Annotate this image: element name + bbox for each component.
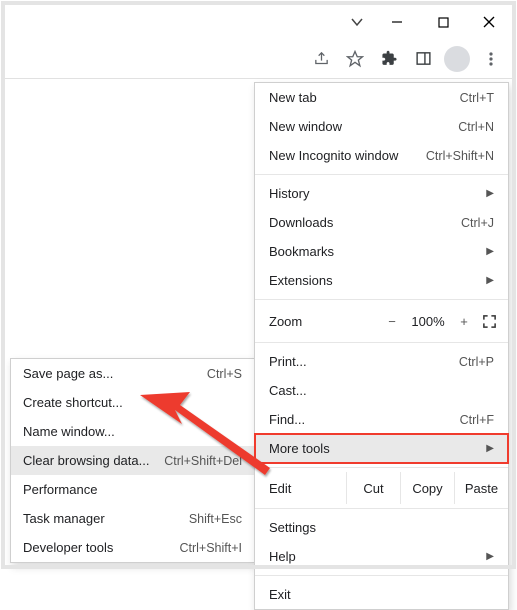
chevron-right-icon: ▶ — [486, 443, 494, 454]
bookmark-star-icon[interactable] — [340, 44, 370, 74]
zoom-in-button[interactable]: + — [450, 314, 478, 329]
sidepanel-icon[interactable] — [408, 44, 438, 74]
edit-copy-button[interactable]: Copy — [400, 472, 454, 504]
menu-label: New tab — [269, 90, 460, 105]
menu-edit-row: Edit Cut Copy Paste — [255, 472, 508, 504]
menu-cast[interactable]: Cast... — [255, 376, 508, 405]
menu-history[interactable]: History▶ — [255, 179, 508, 208]
menu-zoom-row: Zoom − 100% + — [255, 304, 508, 338]
menu-new-tab[interactable]: New tabCtrl+T — [255, 83, 508, 112]
submenu-task-manager[interactable]: Task managerShift+Esc — [11, 504, 254, 533]
menu-shortcut: Ctrl+F — [460, 413, 494, 427]
menu-kebab-icon[interactable] — [476, 44, 506, 74]
menu-label: Create shortcut... — [23, 395, 242, 410]
menu-label: Developer tools — [23, 540, 179, 555]
more-tools-submenu: Save page as...Ctrl+S Create shortcut...… — [10, 358, 255, 563]
menu-label: Cast... — [269, 383, 494, 398]
tab-dropdown-icon[interactable] — [340, 5, 374, 39]
chevron-right-icon: ▶ — [486, 551, 494, 562]
menu-shortcut: Ctrl+S — [207, 367, 242, 381]
menu-settings[interactable]: Settings — [255, 513, 508, 542]
menu-bookmarks[interactable]: Bookmarks▶ — [255, 237, 508, 266]
menu-label: New Incognito window — [269, 148, 426, 163]
edit-paste-button[interactable]: Paste — [454, 472, 508, 504]
menu-label: Save page as... — [23, 366, 207, 381]
browser-toolbar — [5, 39, 512, 79]
menu-shortcut: Ctrl+N — [458, 120, 494, 134]
menu-shortcut: Ctrl+T — [460, 91, 494, 105]
zoom-out-button[interactable]: − — [378, 314, 406, 329]
menu-label: Print... — [269, 354, 459, 369]
minimize-button[interactable] — [374, 5, 420, 39]
zoom-label: Zoom — [269, 314, 378, 329]
submenu-save-page[interactable]: Save page as...Ctrl+S — [11, 359, 254, 388]
menu-separator — [255, 467, 508, 468]
menu-label: Help — [269, 549, 486, 564]
menu-separator — [255, 342, 508, 343]
menu-label: Exit — [269, 587, 494, 602]
menu-exit[interactable]: Exit — [255, 580, 508, 609]
menu-label: New window — [269, 119, 458, 134]
chevron-right-icon: ▶ — [486, 188, 494, 199]
menu-find[interactable]: Find...Ctrl+F — [255, 405, 508, 434]
submenu-clear-browsing-data[interactable]: Clear browsing data...Ctrl+Shift+Del — [11, 446, 254, 475]
menu-separator — [255, 299, 508, 300]
menu-label: Downloads — [269, 215, 461, 230]
submenu-developer-tools[interactable]: Developer toolsCtrl+Shift+I — [11, 533, 254, 562]
menu-shortcut: Shift+Esc — [189, 512, 242, 526]
menu-label: Task manager — [23, 511, 189, 526]
menu-new-window[interactable]: New windowCtrl+N — [255, 112, 508, 141]
profile-avatar[interactable] — [442, 44, 472, 74]
menu-label: Performance — [23, 482, 242, 497]
menu-shortcut: Ctrl+Shift+I — [179, 541, 242, 555]
submenu-name-window[interactable]: Name window... — [11, 417, 254, 446]
menu-shortcut: Ctrl+Shift+N — [426, 149, 494, 163]
close-button[interactable] — [466, 5, 512, 39]
menu-label: Find... — [269, 412, 460, 427]
menu-separator — [255, 174, 508, 175]
menu-label: Name window... — [23, 424, 242, 439]
menu-extensions[interactable]: Extensions▶ — [255, 266, 508, 295]
share-icon[interactable] — [306, 44, 336, 74]
chrome-main-menu: New tabCtrl+T New windowCtrl+N New Incog… — [254, 82, 509, 610]
chevron-right-icon: ▶ — [486, 275, 494, 286]
zoom-value: 100% — [406, 314, 450, 329]
submenu-create-shortcut[interactable]: Create shortcut... — [11, 388, 254, 417]
menu-print[interactable]: Print...Ctrl+P — [255, 347, 508, 376]
menu-shortcut: Ctrl+J — [461, 216, 494, 230]
menu-downloads[interactable]: DownloadsCtrl+J — [255, 208, 508, 237]
menu-separator — [255, 575, 508, 576]
menu-label: Settings — [269, 520, 494, 535]
menu-label: Bookmarks — [269, 244, 486, 259]
chevron-right-icon: ▶ — [486, 246, 494, 257]
menu-separator — [255, 508, 508, 509]
fullscreen-icon[interactable] — [478, 314, 500, 329]
edit-label: Edit — [269, 481, 346, 496]
menu-more-tools[interactable]: More tools▶ — [255, 434, 508, 463]
menu-new-incognito[interactable]: New Incognito windowCtrl+Shift+N — [255, 141, 508, 170]
maximize-button[interactable] — [420, 5, 466, 39]
edit-cut-button[interactable]: Cut — [346, 472, 400, 504]
extensions-icon[interactable] — [374, 44, 404, 74]
menu-shortcut: Ctrl+P — [459, 355, 494, 369]
submenu-performance[interactable]: Performance — [11, 475, 254, 504]
menu-help[interactable]: Help▶ — [255, 542, 508, 571]
menu-label: Extensions — [269, 273, 486, 288]
menu-shortcut: Ctrl+Shift+Del — [164, 454, 242, 468]
menu-label: More tools — [269, 441, 486, 456]
window-titlebar — [5, 5, 512, 39]
menu-label: Clear browsing data... — [23, 453, 164, 468]
menu-label: History — [269, 186, 486, 201]
